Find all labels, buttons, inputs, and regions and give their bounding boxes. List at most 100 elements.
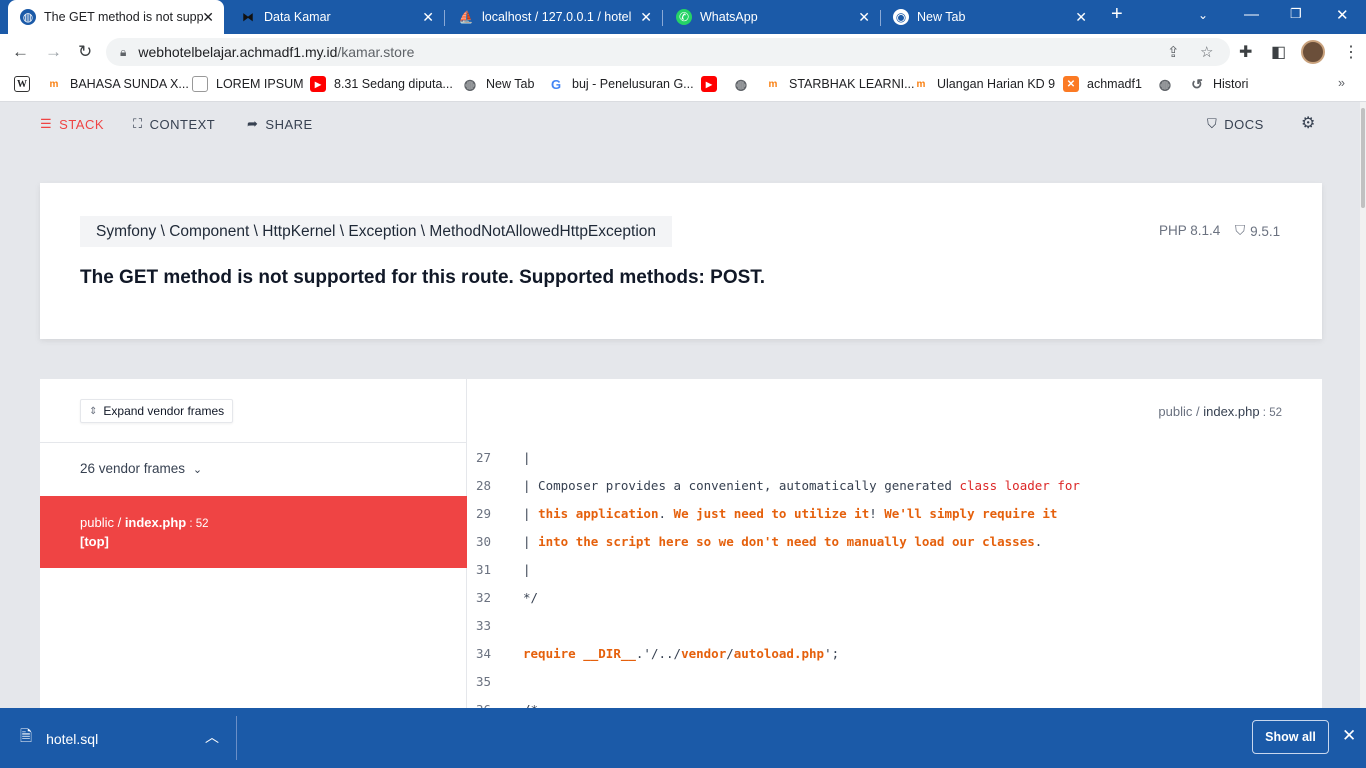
bookmark-star-icon[interactable]: ☆ [1200, 43, 1213, 61]
nav-context-label: CONTEXT [149, 116, 216, 132]
back-icon[interactable]: ← [12, 42, 29, 62]
nav-docs[interactable]: ⛉ DOCS [1207, 116, 1264, 132]
close-tab-icon[interactable]: ✕ [1075, 9, 1087, 26]
laravel-version-label: 9.5.1 [1250, 223, 1281, 239]
menu-icon[interactable]: ⋮ [1343, 42, 1359, 62]
bookmark-item[interactable]: m BAHASA SUNDA X... [46, 76, 189, 92]
chevron-down-icon: ⌄ [192, 464, 203, 476]
bookmark-item[interactable]: ▶ [701, 76, 725, 92]
minimize-icon[interactable]: — [1244, 6, 1259, 23]
line-number: 28 [476, 477, 492, 493]
frames-list: ⇕ Expand vendor frames 26 vendor frames ⌄… [40, 379, 467, 708]
file-line: : 52 [1259, 407, 1282, 419]
line-number: 30 [476, 533, 492, 549]
bookmark-item[interactable]: LOREM IPSUM [192, 76, 304, 92]
code-line: 36/* [467, 695, 1322, 709]
selected-frame[interactable]: public / index.php : 52 [top] [40, 496, 467, 568]
download-filename: hotel.sql [46, 730, 99, 747]
close-tab-icon[interactable]: ✕ [858, 9, 870, 26]
tab-whatsapp[interactable]: ✆ WhatsApp ✕ [664, 2, 881, 32]
tab-search-icon[interactable]: ⌄ [1198, 8, 1208, 22]
line-number: 35 [476, 673, 492, 689]
exception-message: The GET method is not supported for this… [80, 267, 766, 288]
expand-icon: ⛶ [133, 116, 143, 131]
restore-icon[interactable]: ❐ [1290, 6, 1302, 22]
side-panel-icon[interactable]: ◧ [1271, 42, 1286, 62]
bookmark-item[interactable]: ↺ Histori [1189, 76, 1248, 92]
line-number: 27 [476, 449, 492, 465]
page-scrollbar[interactable] [1360, 102, 1366, 708]
expand-vendor-frames-button[interactable]: ⇕ Expand vendor frames [80, 399, 234, 423]
download-bar: 🗎︎ hotel.sql ︿ Show all ✕ [0, 708, 1366, 768]
chevron-up-icon[interactable]: ︿ [205, 727, 219, 747]
phpmyadmin-icon: ⛵ [458, 10, 474, 24]
nav-stack-label: STACK [59, 116, 105, 132]
nav-share[interactable]: ➦ SHARE [247, 116, 313, 132]
bookmark-item[interactable]: m Ulangan Harian KD 9 [913, 76, 1056, 92]
frame-dir: public / [80, 515, 125, 530]
forward-icon[interactable]: → [45, 42, 62, 62]
tab-active[interactable]: ◍ The GET method is not suppo ✕ [8, 0, 224, 34]
bookmark-item[interactable]: m STARBHAK LEARNI... [765, 76, 915, 92]
nav-stack[interactable]: ☰ STACK [40, 116, 104, 132]
tab-phpmyadmin[interactable]: ⛵ localhost / 127.0.0.1 / hotel / ✕ [446, 2, 663, 32]
bookmark-item[interactable]: Gbuj - Penelusuran G... [548, 76, 694, 92]
code-line: 33 [467, 611, 1322, 639]
tab-strip: ◍ The GET method is not suppo ✕ ⧓ Data K… [0, 0, 1366, 34]
code-text: */ [523, 589, 539, 605]
browser-chrome: ◍ The GET method is not suppo ✕ ⧓ Data K… [0, 0, 1366, 102]
bookmark-wikipedia[interactable]: W [14, 76, 38, 92]
address-toolbar: ← → ↻ 🔒︎ webhotelbelajar.achmadf1.my.id /… [0, 34, 1366, 70]
divider [40, 442, 467, 443]
php-version: PHP 8.1.4 [1159, 223, 1221, 238]
tab-data-kamar[interactable]: ⧓ Data Kamar ✕ [228, 2, 445, 32]
download-item[interactable]: 🗎︎ hotel.sql [20, 726, 98, 751]
nav-context[interactable]: ⛶ CONTEXT [133, 116, 215, 132]
bookmark-item[interactable]: ▶ 8.31 Sedang diputa... [310, 76, 453, 92]
more-bookmarks-icon[interactable]: » [1338, 76, 1345, 90]
file-icon: 🗎︎ [20, 728, 33, 745]
wikipedia-icon: W [14, 76, 30, 92]
xampp-icon: ✕ [1063, 76, 1079, 92]
avatar[interactable] [1301, 40, 1325, 64]
close-window-icon[interactable]: ✕ [1336, 6, 1349, 24]
globe-icon: ◍ [1158, 75, 1172, 92]
code-text: require __DIR__.'/../vendor/autoload.php… [523, 645, 840, 661]
code-line: 28 | Composer provides a convenient, auto… [467, 471, 1322, 499]
bookmark-label: achmadf1 [1087, 77, 1142, 91]
vendor-frames-toggle[interactable]: 26 vendor frames ⌄ [80, 461, 202, 476]
bookmark-label: LOREM IPSUM [216, 77, 304, 91]
share-page-icon[interactable]: ⇪ [1167, 43, 1180, 61]
code-text: | [523, 449, 531, 465]
error-page: ☰ STACK ⛶ CONTEXT ➦ SHARE ⛉ DOCS ⚙ Symfony \… [0, 102, 1366, 708]
show-all-button[interactable]: Show all [1252, 720, 1329, 754]
lock-icon[interactable]: 🔒︎ [120, 45, 126, 60]
close-tab-icon[interactable]: ✕ [640, 9, 652, 26]
url-path: /kamar.store [337, 44, 415, 60]
file-header[interactable]: public / index.php : 52 [1158, 404, 1282, 419]
ignition-nav: ☰ STACK ⛶ CONTEXT ➦ SHARE ⛉ DOCS ⚙ [0, 102, 1366, 146]
close-tab-icon[interactable]: ✕ [202, 9, 214, 26]
extensions-icon[interactable]: ✚ [1239, 42, 1252, 62]
bookmark-label: BAHASA SUNDA X... [70, 77, 189, 91]
address-bar[interactable]: 🔒︎ webhotelbelajar.achmadf1.my.id/kamar.… [106, 38, 1230, 66]
bookmark-item[interactable]: ◍ New Tab [462, 76, 535, 92]
chrome-icon: ◉ [893, 9, 909, 25]
url-host: webhotelbelajar.achmadf1.my.id [138, 44, 338, 60]
tab-new-tab[interactable]: ◉ New Tab ✕ [881, 2, 1097, 32]
moodle-icon: m [916, 78, 926, 90]
new-tab-button[interactable]: + [1111, 3, 1123, 26]
reload-icon[interactable]: ↻ [78, 42, 92, 62]
bookmark-item[interactable]: ◍ [1157, 76, 1181, 92]
close-tab-icon[interactable]: ✕ [422, 9, 434, 26]
globe-icon: ◍ [20, 9, 36, 25]
settings-gear-icon[interactable]: ⚙ [1301, 113, 1316, 133]
close-icon[interactable]: ✕ [1342, 726, 1356, 746]
laravel-icon: ⛉ [1207, 116, 1218, 131]
bookmark-item[interactable]: ✕ achmadf1 [1063, 76, 1142, 92]
line-number: 29 [476, 505, 492, 521]
bookmark-item[interactable]: ◍ [733, 76, 757, 92]
scrollbar-thumb[interactable] [1361, 108, 1365, 208]
bookmarks-bar: W m BAHASA SUNDA X... LOREM IPSUM ▶ 8.31 S… [0, 70, 1366, 102]
file-dir: public / [1158, 404, 1204, 419]
